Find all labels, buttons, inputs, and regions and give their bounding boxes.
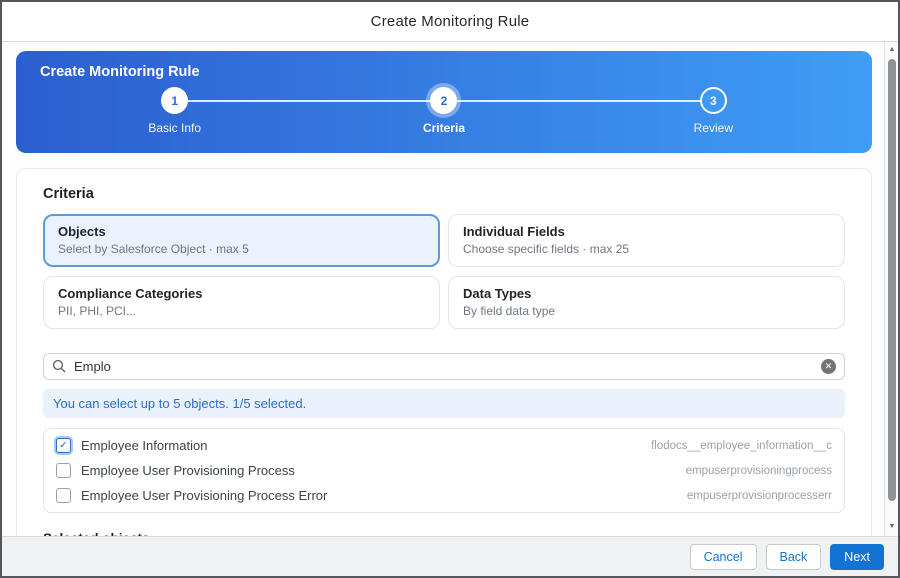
step-2-number: 2 [441, 94, 448, 108]
mode-card-subtitle: Select by Salesforce Object · max 5 [58, 242, 425, 256]
step-basic-info[interactable]: 1 Basic Info [40, 87, 309, 135]
object-row-emp-user-provisioning-process[interactable]: ✓ Employee User Provisioning Process emp… [44, 458, 844, 483]
scrollbar[interactable]: ▲ ▼ [884, 42, 898, 536]
object-api-name: flodocs__employee_information__c [651, 440, 832, 452]
scrollbar-down-icon[interactable]: ▼ [885, 520, 898, 534]
mode-card-data-types[interactable]: Data Types By field data type [448, 276, 845, 329]
dialog-titlebar: Create Monitoring Rule [2, 2, 898, 42]
step-3-circle: 3 [700, 87, 727, 114]
object-row-employee-information[interactable]: ✓ Employee Information flodocs__employee… [44, 433, 844, 458]
search-clear-icon[interactable]: ✕ [821, 359, 836, 374]
mode-card-title: Objects [58, 224, 425, 239]
mode-card-compliance-categories[interactable]: Compliance Categories PII, PHI, PCI... [43, 276, 440, 329]
mode-card-title: Data Types [463, 286, 830, 301]
mode-card-subtitle: By field data type [463, 304, 830, 318]
object-results-list: ✓ Employee Information flodocs__employee… [43, 428, 845, 513]
checkbox-unchecked[interactable]: ✓ [56, 488, 71, 503]
object-label: Employee Information [81, 438, 207, 453]
dialog-window: Create Monitoring Rule Create Monitoring… [0, 0, 900, 578]
object-api-name: empuserprovisionprocesserr [687, 490, 832, 502]
wizard-stepper: 1 Basic Info 2 Criteria 3 R [40, 87, 848, 135]
object-label: Employee User Provisioning Process [81, 463, 295, 478]
object-search: ✕ [43, 353, 845, 380]
step-1-label: Basic Info [148, 121, 201, 135]
criteria-panel: Criteria Objects Select by Salesforce Ob… [16, 168, 872, 536]
search-input[interactable] [43, 353, 845, 380]
cancel-button[interactable]: Cancel [690, 544, 757, 570]
wizard-banner-title: Create Monitoring Rule [40, 64, 848, 80]
object-api-name: empuserprovisioningprocess [686, 465, 832, 477]
step-review[interactable]: 3 Review [579, 87, 848, 135]
step-1-number: 1 [171, 94, 178, 108]
mode-card-title: Individual Fields [463, 224, 830, 239]
object-label: Employee User Provisioning Process Error [81, 488, 327, 503]
selection-info-banner: You can select up to 5 objects. 1/5 sele… [43, 389, 845, 418]
step-3-label: Review [694, 121, 733, 135]
step-2-circle: 2 [430, 87, 457, 114]
scrollbar-thumb[interactable] [888, 59, 896, 501]
mode-card-objects[interactable]: Objects Select by Salesforce Object · ma… [43, 214, 440, 267]
criteria-mode-cards: Objects Select by Salesforce Object · ma… [43, 214, 845, 329]
checkbox-unchecked[interactable]: ✓ [56, 463, 71, 478]
dialog-title: Create Monitoring Rule [371, 13, 530, 30]
criteria-heading: Criteria [43, 186, 845, 202]
wizard-banner: Create Monitoring Rule 1 Basic Info 2 Cr… [16, 51, 872, 153]
dialog-footer: Cancel Back Next [2, 536, 898, 576]
dialog-body: Create Monitoring Rule 1 Basic Info 2 Cr… [2, 42, 898, 536]
mode-card-subtitle: PII, PHI, PCI... [58, 304, 425, 318]
step-2-label: Criteria [423, 121, 465, 135]
step-criteria[interactable]: 2 Criteria [309, 87, 578, 135]
back-button[interactable]: Back [766, 544, 822, 570]
object-row-emp-user-provisioning-process-error[interactable]: ✓ Employee User Provisioning Process Err… [44, 483, 844, 508]
search-icon [52, 359, 66, 373]
selected-objects-heading: Selected objects [43, 531, 845, 536]
step-1-circle: 1 [161, 87, 188, 114]
mode-card-subtitle: Choose specific fields · max 25 [463, 242, 830, 256]
next-button[interactable]: Next [830, 544, 884, 570]
checkbox-checked[interactable]: ✓ [56, 438, 71, 453]
step-3-number: 3 [710, 94, 717, 108]
scrollbar-up-icon[interactable]: ▲ [885, 43, 898, 57]
dialog-content: Create Monitoring Rule 1 Basic Info 2 Cr… [2, 42, 884, 536]
mode-card-individual-fields[interactable]: Individual Fields Choose specific fields… [448, 214, 845, 267]
mode-card-title: Compliance Categories [58, 286, 425, 301]
